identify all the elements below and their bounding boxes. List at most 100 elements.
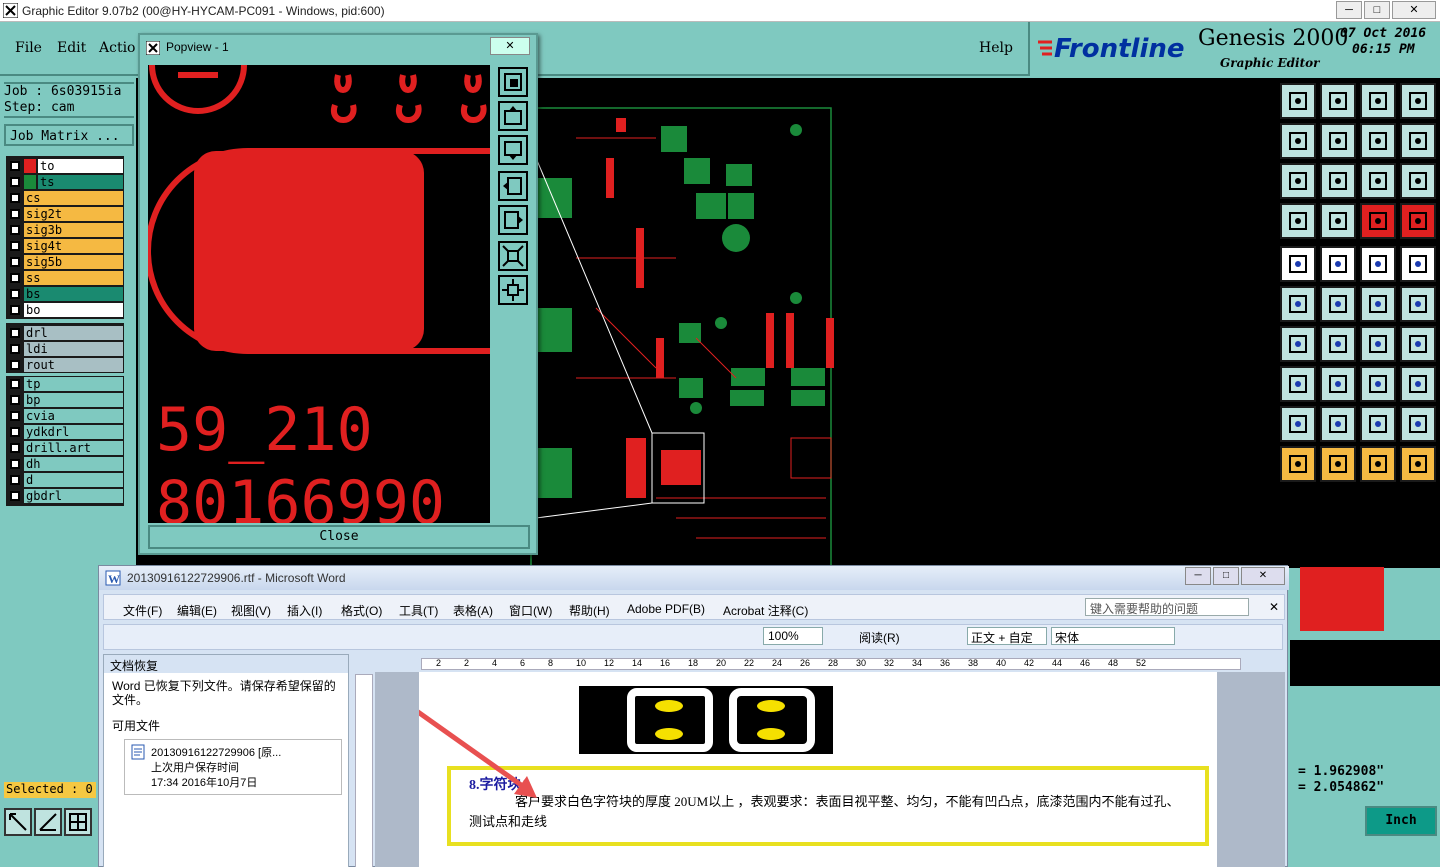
tool-button-2-2[interactable] <box>1360 163 1396 199</box>
tool-button-6-3[interactable] <box>1400 326 1436 362</box>
layer-row-cvia[interactable]: cvia <box>7 408 123 423</box>
tool-button-0-3[interactable] <box>1400 83 1436 119</box>
popview-close-icon[interactable]: ✕ <box>490 37 530 55</box>
word-menu-3[interactable]: 插入(I) <box>287 602 322 619</box>
tool-button-7-3[interactable] <box>1400 366 1436 402</box>
tool-button-9-2[interactable] <box>1360 446 1396 482</box>
layer-row-ldi[interactable]: ldi <box>7 341 123 356</box>
layer-checkbox[interactable] <box>10 160 20 171</box>
layer-row-ss[interactable]: ss <box>7 270 123 285</box>
tool-button-4-2[interactable] <box>1360 246 1396 282</box>
tool-button-7-2[interactable] <box>1360 366 1396 402</box>
tool-button-6-1[interactable] <box>1320 326 1356 362</box>
layer-checkbox[interactable] <box>10 410 20 421</box>
layer-row-sig3b[interactable]: sig3b <box>7 222 123 237</box>
tool-button-2-1[interactable] <box>1320 163 1356 199</box>
word-menu-10[interactable]: Acrobat 注释(C) <box>723 602 808 619</box>
font-select[interactable]: 宋体 <box>1051 627 1175 645</box>
layer-row-cs[interactable]: cs <box>7 190 123 205</box>
word-menu-5[interactable]: 工具(T) <box>399 602 438 619</box>
word-menu-8[interactable]: 帮助(H) <box>569 602 610 619</box>
word-menu-2[interactable]: 视图(V) <box>231 602 271 619</box>
layer-checkbox[interactable] <box>10 224 20 235</box>
layer-checkbox[interactable] <box>10 256 20 267</box>
tool-button-0-0[interactable] <box>1280 83 1316 119</box>
style-select[interactable]: 正文 + 自定 <box>967 627 1047 645</box>
menu-file[interactable]: File <box>15 40 42 56</box>
layer-checkbox[interactable] <box>10 343 20 354</box>
units-button[interactable]: Inch <box>1365 806 1437 836</box>
layer-row-to[interactable]: to <box>7 158 123 173</box>
layer-checkbox[interactable] <box>10 192 20 203</box>
tool-button-3-2[interactable] <box>1360 203 1396 239</box>
tool-button-4-0[interactable] <box>1280 246 1316 282</box>
menu-action[interactable]: Actio <box>99 40 135 56</box>
menu-edit[interactable]: Edit <box>57 40 86 56</box>
grid-tool-button[interactable] <box>64 808 92 836</box>
recovered-file-item[interactable]: 20130916122729906 [原... 上次用户保存时间 17:34 2… <box>124 739 342 795</box>
tool-button-7-0[interactable] <box>1280 366 1316 402</box>
tool-button-0-2[interactable] <box>1360 83 1396 119</box>
tool-button-3-1[interactable] <box>1320 203 1356 239</box>
tool-button-1-1[interactable] <box>1320 123 1356 159</box>
tool-button-3-0[interactable] <box>1280 203 1316 239</box>
menu-help[interactable]: Help <box>979 40 1013 56</box>
layer-checkbox[interactable] <box>10 442 20 453</box>
layer-row-sig4t[interactable]: sig4t <box>7 238 123 253</box>
minimize-button[interactable]: ─ <box>1336 1 1362 19</box>
tool-button-1-3[interactable] <box>1400 123 1436 159</box>
layer-checkbox[interactable] <box>10 304 20 315</box>
pop-tool-1[interactable] <box>498 67 528 97</box>
layer-row-rout[interactable]: rout <box>7 357 123 372</box>
tool-button-9-3[interactable] <box>1400 446 1436 482</box>
tool-button-6-0[interactable] <box>1280 326 1316 362</box>
tool-button-5-2[interactable] <box>1360 286 1396 322</box>
layer-checkbox[interactable] <box>10 327 20 338</box>
layer-row-bp[interactable]: bp <box>7 392 123 407</box>
tool-button-6-2[interactable] <box>1360 326 1396 362</box>
layer-row-ts[interactable]: ts <box>7 174 123 189</box>
layer-row-bs[interactable]: bs <box>7 286 123 301</box>
tool-button-8-2[interactable] <box>1360 406 1396 442</box>
zoom-tool-button[interactable] <box>4 808 32 836</box>
help-search-input[interactable]: 键入需要帮助的问题 <box>1085 598 1249 616</box>
popview-close-button[interactable]: Close <box>148 525 530 549</box>
tool-button-4-3[interactable] <box>1400 246 1436 282</box>
tool-button-9-1[interactable] <box>1320 446 1356 482</box>
word-maximize-button[interactable]: □ <box>1213 567 1239 585</box>
layer-checkbox[interactable] <box>10 378 20 389</box>
tool-button-8-1[interactable] <box>1320 406 1356 442</box>
tool-button-8-0[interactable] <box>1280 406 1316 442</box>
pop-tool-7[interactable] <box>498 275 528 305</box>
word-menu-7[interactable]: 窗口(W) <box>509 602 552 619</box>
maximize-button[interactable]: □ <box>1364 1 1390 19</box>
tool-button-8-3[interactable] <box>1400 406 1436 442</box>
tool-button-5-3[interactable] <box>1400 286 1436 322</box>
tool-button-5-1[interactable] <box>1320 286 1356 322</box>
tool-button-2-0[interactable] <box>1280 163 1316 199</box>
layer-checkbox[interactable] <box>10 208 20 219</box>
layer-row-drill-art[interactable]: drill.art <box>7 440 123 455</box>
zoom-select[interactable]: 100% <box>763 627 823 645</box>
word-menu-6[interactable]: 表格(A) <box>453 602 493 619</box>
layer-checkbox[interactable] <box>10 490 20 501</box>
layer-checkbox[interactable] <box>10 272 20 283</box>
layer-row-d[interactable]: d <box>7 472 123 487</box>
layer-checkbox[interactable] <box>10 426 20 437</box>
tool-button-1-0[interactable] <box>1280 123 1316 159</box>
layer-row-gbdrl[interactable]: gbdrl <box>7 488 123 503</box>
tool-button-5-0[interactable] <box>1280 286 1316 322</box>
layer-row-sig5b[interactable]: sig5b <box>7 254 123 269</box>
popview-canvas[interactable]: 59_210 80166990 <box>148 65 490 523</box>
measure-tool-button[interactable] <box>34 808 62 836</box>
layer-checkbox[interactable] <box>10 394 20 405</box>
word-close-button[interactable]: ✕ <box>1241 567 1285 585</box>
layer-row-tp[interactable]: tp <box>7 376 123 391</box>
layer-row-bo[interactable]: bo <box>7 302 123 317</box>
word-minimize-button[interactable]: ─ <box>1185 567 1211 585</box>
tool-button-9-0[interactable] <box>1280 446 1316 482</box>
read-button[interactable]: 阅读(R) <box>859 629 900 646</box>
layer-checkbox[interactable] <box>10 474 20 485</box>
word-menu-4[interactable]: 格式(O) <box>341 602 382 619</box>
word-menu-1[interactable]: 编辑(E) <box>177 602 217 619</box>
